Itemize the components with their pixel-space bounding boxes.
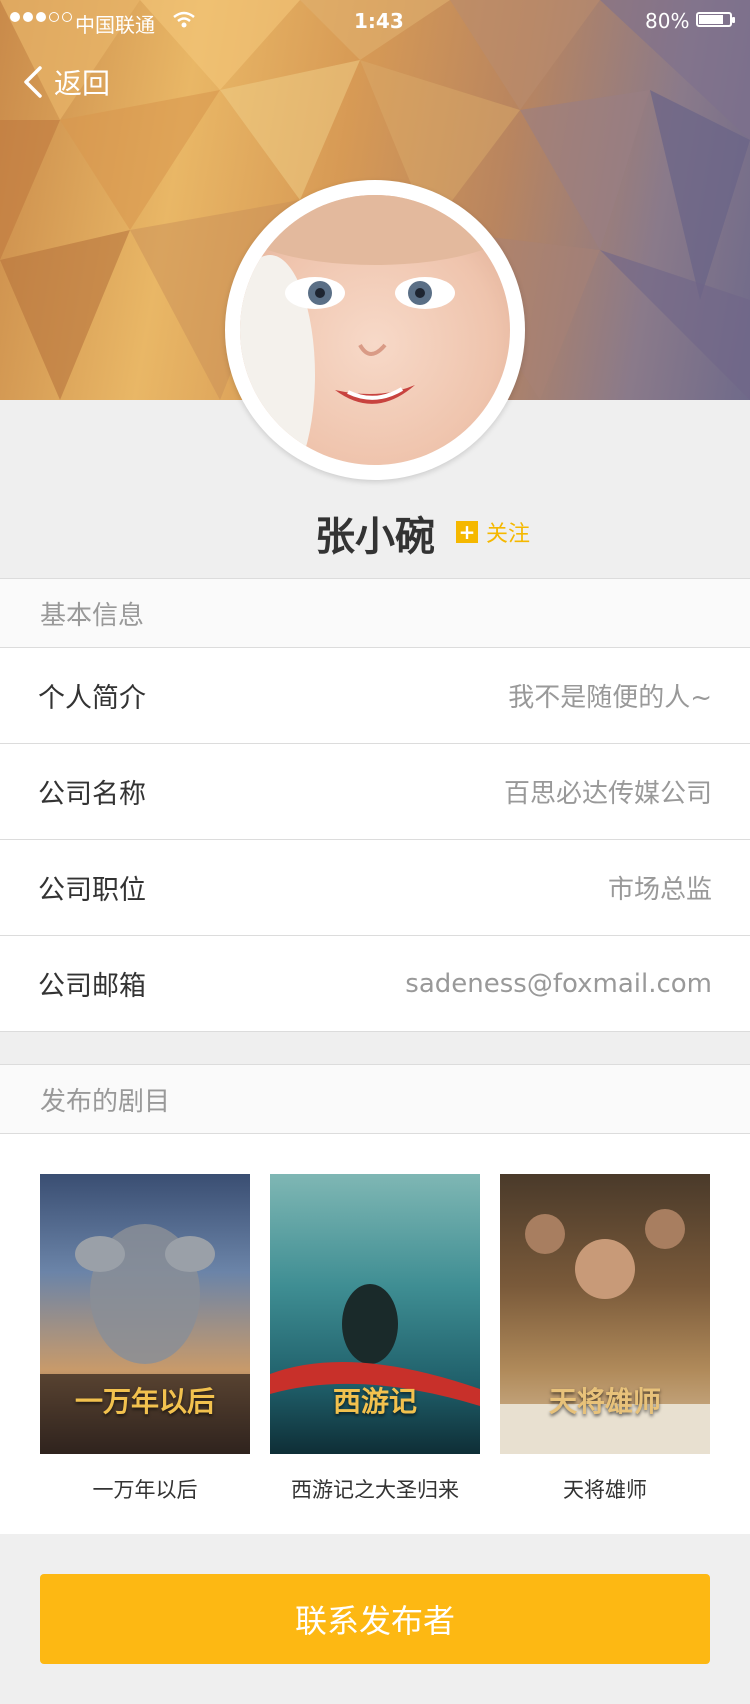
info-row-email: 公司邮箱 sadeness@foxmail.com	[0, 936, 750, 1032]
battery-icon	[696, 12, 735, 27]
info-value[interactable]: sadeness@foxmail.com	[405, 969, 712, 999]
contact-publisher-button[interactable]: 联系发布者	[40, 1574, 710, 1664]
show-item[interactable]: 西游记 西游记之大圣归来	[270, 1174, 480, 1504]
clock: 1:43	[354, 9, 404, 33]
info-label: 公司邮箱	[38, 971, 146, 1002]
show-poster: 天将雄师	[500, 1174, 710, 1454]
show-title: 天将雄师	[563, 1478, 647, 1502]
info-row-company: 公司名称 百思必达传媒公司	[0, 744, 750, 840]
info-label: 公司名称	[38, 779, 146, 810]
shows-list: 一万年以后 一万年以后 西游记 西游记之大圣归来 天将雄师 天将雄师	[0, 1134, 750, 1534]
info-row-bio: 个人简介 我不是随便的人~	[0, 648, 750, 744]
show-poster: 西游记	[270, 1174, 480, 1454]
profile-name-row: 张小碗 + 关注	[0, 500, 750, 560]
plus-icon: +	[456, 521, 478, 543]
info-row-position: 公司职位 市场总监	[0, 840, 750, 936]
status-bar: 中国联通 1:43 80%	[0, 0, 750, 40]
shows-header: 发布的剧目	[0, 1064, 750, 1134]
info-value: 百思必达传媒公司	[503, 779, 712, 809]
show-title: 一万年以后	[92, 1478, 198, 1502]
profile-name: 张小碗	[315, 514, 435, 560]
chevron-left-icon	[24, 66, 42, 98]
show-title: 西游记之大圣归来	[291, 1478, 459, 1502]
signal-strength-icon	[10, 12, 72, 22]
carrier-label: 中国联通	[75, 13, 155, 37]
basic-info-list: 个人简介 我不是随便的人~ 公司名称 百思必达传媒公司 公司职位 市场总监 公司…	[0, 648, 750, 1032]
poster-title: 一万年以后	[74, 1385, 215, 1418]
info-value: 市场总监	[607, 875, 712, 905]
battery-percent: 80%	[645, 9, 690, 33]
info-value: 我不是随便的人~	[508, 683, 712, 713]
avatar[interactable]	[240, 195, 510, 465]
wifi-icon	[173, 11, 195, 28]
avatar-photo	[240, 195, 510, 465]
back-label: 返回	[54, 67, 111, 100]
follow-label: 关注	[486, 522, 531, 547]
back-button[interactable]: 返回	[18, 62, 110, 102]
avatar-frame	[225, 180, 525, 480]
info-label: 公司职位	[38, 875, 146, 906]
poster-title: 西游记	[332, 1385, 417, 1418]
basic-info-header: 基本信息	[0, 578, 750, 648]
follow-button[interactable]: + 关注	[456, 516, 530, 548]
show-item[interactable]: 天将雄师 天将雄师	[500, 1174, 710, 1504]
info-label: 个人简介	[38, 683, 146, 714]
poster-title: 天将雄师	[548, 1385, 661, 1418]
show-poster: 一万年以后	[40, 1174, 250, 1454]
show-item[interactable]: 一万年以后 一万年以后	[40, 1174, 250, 1504]
